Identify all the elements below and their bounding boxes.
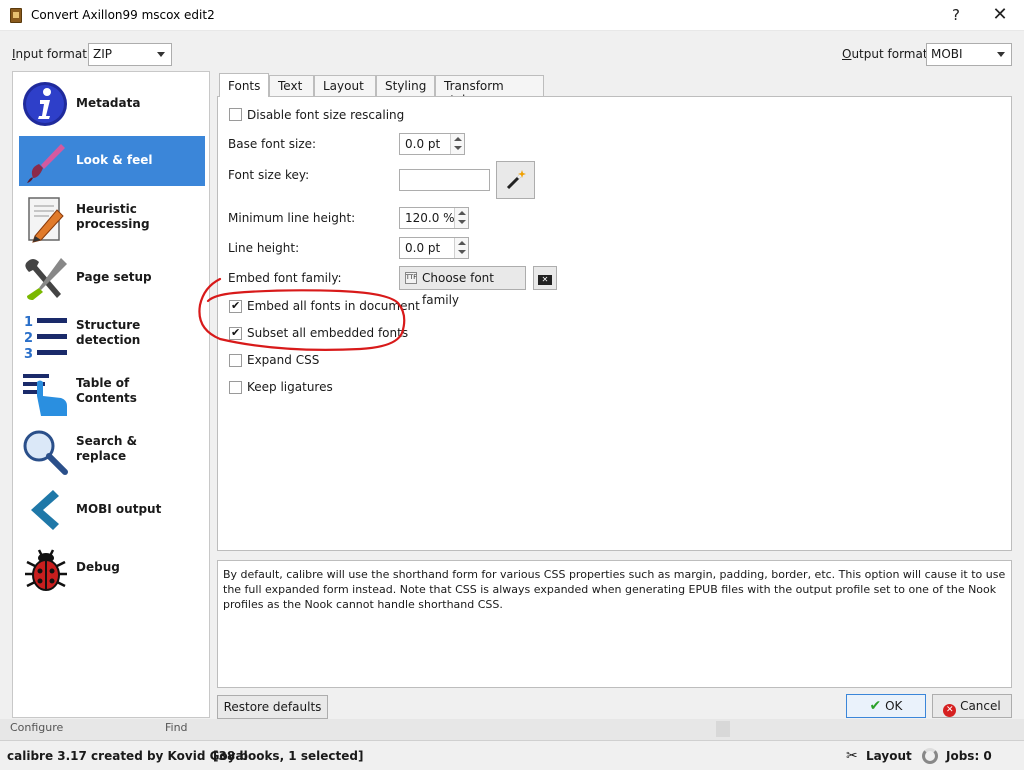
layout-tools-icon: ✂: [846, 748, 858, 764]
input-format-label-text: nput format:: [15, 47, 91, 61]
base-font-size-value: 0.0 pt: [405, 137, 441, 151]
min-line-height-spinbox[interactable]: 120.0 %: [399, 207, 469, 229]
chevron-down-icon: [997, 52, 1005, 57]
status-bar: calibre 3.17 created by Kovid Goyal [38 …: [0, 740, 1024, 770]
svg-text:2: 2: [24, 331, 33, 346]
tab-transform-styles[interactable]: Transform styles: [435, 75, 544, 107]
base-font-size-spinbox[interactable]: 0.0 pt: [399, 133, 465, 155]
font-size-key-label: Font size key:: [228, 168, 310, 182]
tab-text[interactable]: Text: [269, 75, 314, 97]
info-icon: [23, 82, 67, 126]
tab-fonts[interactable]: Fonts: [219, 73, 269, 97]
sidebar-item-table-of-contents[interactable]: Table of Contents: [19, 368, 205, 418]
jobs-spinner-icon: [922, 748, 938, 764]
scrollbar-handle[interactable]: [716, 721, 730, 737]
background-toolbar: Configure Find: [0, 719, 1024, 740]
sidebar-item-label: MOBI output: [76, 502, 162, 516]
clear-icon: ✕: [538, 275, 552, 285]
sidebar-item-page-setup[interactable]: Page setup: [19, 252, 205, 302]
configure-label[interactable]: Configure: [10, 721, 63, 734]
title-bar: Convert Axillon99 mscox edit2 ? ✕: [0, 0, 1024, 31]
status-version: calibre 3.17 created by Kovid Goyal: [7, 749, 248, 763]
sidebar-item-mobi-output[interactable]: MOBI output: [19, 484, 205, 534]
keep-ligatures-checkbox[interactable]: [229, 381, 242, 394]
sidebar-item-label: detection: [76, 333, 141, 347]
sidebar-item-label: Table of: [76, 376, 130, 390]
keep-ligatures-label: Keep ligatures: [247, 380, 333, 394]
magic-wand-icon: [506, 170, 526, 190]
spin-up-icon[interactable]: [458, 211, 466, 215]
font-size-key-input[interactable]: [399, 169, 490, 191]
input-format-value: ZIP: [93, 47, 112, 61]
paintbrush-icon: [27, 144, 65, 183]
sidebar-item-label: Page setup: [76, 270, 152, 284]
bug-icon: [25, 549, 67, 591]
sidebar-item-label: Contents: [76, 391, 137, 405]
input-format-label: Input format:: [12, 47, 91, 61]
spin-down-icon[interactable]: [458, 220, 466, 224]
svg-text:3: 3: [24, 347, 33, 360]
sidebar-item-label: processing: [76, 217, 150, 231]
output-format-label: Output format:: [842, 47, 932, 61]
line-height-label: Line height:: [228, 241, 300, 255]
calibre-app-icon: [10, 8, 22, 23]
output-format-value: MOBI: [931, 47, 963, 61]
tab-styling[interactable]: Styling: [376, 75, 435, 97]
find-label[interactable]: Find: [165, 721, 188, 734]
document-pencil-icon: [28, 197, 64, 243]
min-line-height-value: 120.0 %: [405, 211, 455, 225]
sidebar-item-label: Metadata: [76, 96, 141, 110]
sidebar-item-label: Debug: [76, 560, 120, 574]
cancel-icon: ✕: [943, 704, 957, 717]
sidebar-item-debug[interactable]: Debug: [19, 542, 205, 592]
sidebar-item-label: Heuristic: [76, 202, 137, 216]
status-books: [38 books, 1 selected]: [213, 749, 364, 763]
jobs-count[interactable]: Jobs: 0: [946, 749, 992, 763]
sidebar-item-label: Structure: [76, 318, 141, 332]
chevron-down-icon: [157, 52, 165, 57]
font-size-wizard-button[interactable]: [496, 161, 535, 199]
output-format-select[interactable]: MOBI: [926, 43, 1012, 66]
spin-down-icon[interactable]: [454, 146, 462, 150]
search-icon: [23, 430, 68, 475]
disable-rescaling-checkbox[interactable]: [229, 108, 242, 121]
min-line-height-label: Minimum line height:: [228, 211, 356, 225]
sidebar-item-heuristic-processing[interactable]: Heuristic processing: [19, 194, 205, 244]
toc-hand-icon: [23, 374, 67, 416]
sidebar-item-metadata[interactable]: Metadata: [19, 78, 205, 128]
help-button[interactable]: ?: [944, 4, 968, 26]
sidebar-item-label: Search &: [76, 434, 138, 448]
sidebar-item-label: Look & feel: [76, 153, 153, 167]
window-title: Convert Axillon99 mscox edit2: [31, 8, 215, 22]
sidebar-item-label: replace: [76, 449, 127, 463]
spin-up-icon[interactable]: [458, 241, 466, 245]
sidebar: Metadata Look & feel Heuristic processin…: [12, 71, 210, 718]
layout-button[interactable]: Layout: [866, 749, 912, 763]
disable-rescaling-label: Disable font size rescaling: [247, 108, 405, 122]
sidebar-item-search-replace[interactable]: Search & replace: [19, 426, 205, 476]
base-font-size-label: Base font size:: [228, 137, 317, 151]
spin-up-icon[interactable]: [454, 137, 462, 141]
numbered-list-icon: 1 2 3: [24, 315, 67, 360]
fonts-panel: Disable font size rescaling Base font si…: [198, 96, 1012, 551]
close-window-button[interactable]: ✕: [988, 4, 1012, 26]
clear-font-family-button[interactable]: ✕: [533, 266, 557, 290]
input-format-select[interactable]: ZIP: [88, 43, 172, 66]
sidebar-item-structure-detection[interactable]: 1 2 3 Structure detection: [19, 310, 205, 360]
red-annotation-circle: [198, 277, 406, 351]
cancel-button[interactable]: ✕ Cancel: [932, 694, 1012, 718]
restore-defaults-button[interactable]: Restore defaults: [217, 695, 328, 719]
line-height-value: 0.0 pt: [405, 241, 441, 255]
sidebar-item-look-and-feel[interactable]: Look & feel: [19, 136, 205, 186]
tab-layout[interactable]: Layout: [314, 75, 376, 97]
line-height-spinbox[interactable]: 0.0 pt: [399, 237, 469, 259]
option-help-text: By default, calibre will use the shortha…: [217, 560, 1012, 688]
checkmark-icon: ✔: [869, 698, 882, 714]
spin-down-icon[interactable]: [458, 250, 466, 254]
tools-icon: [25, 258, 67, 300]
chevron-left-icon: [31, 490, 59, 530]
svg-text:1: 1: [24, 315, 33, 330]
ok-button[interactable]: ✔ OK: [846, 694, 926, 718]
